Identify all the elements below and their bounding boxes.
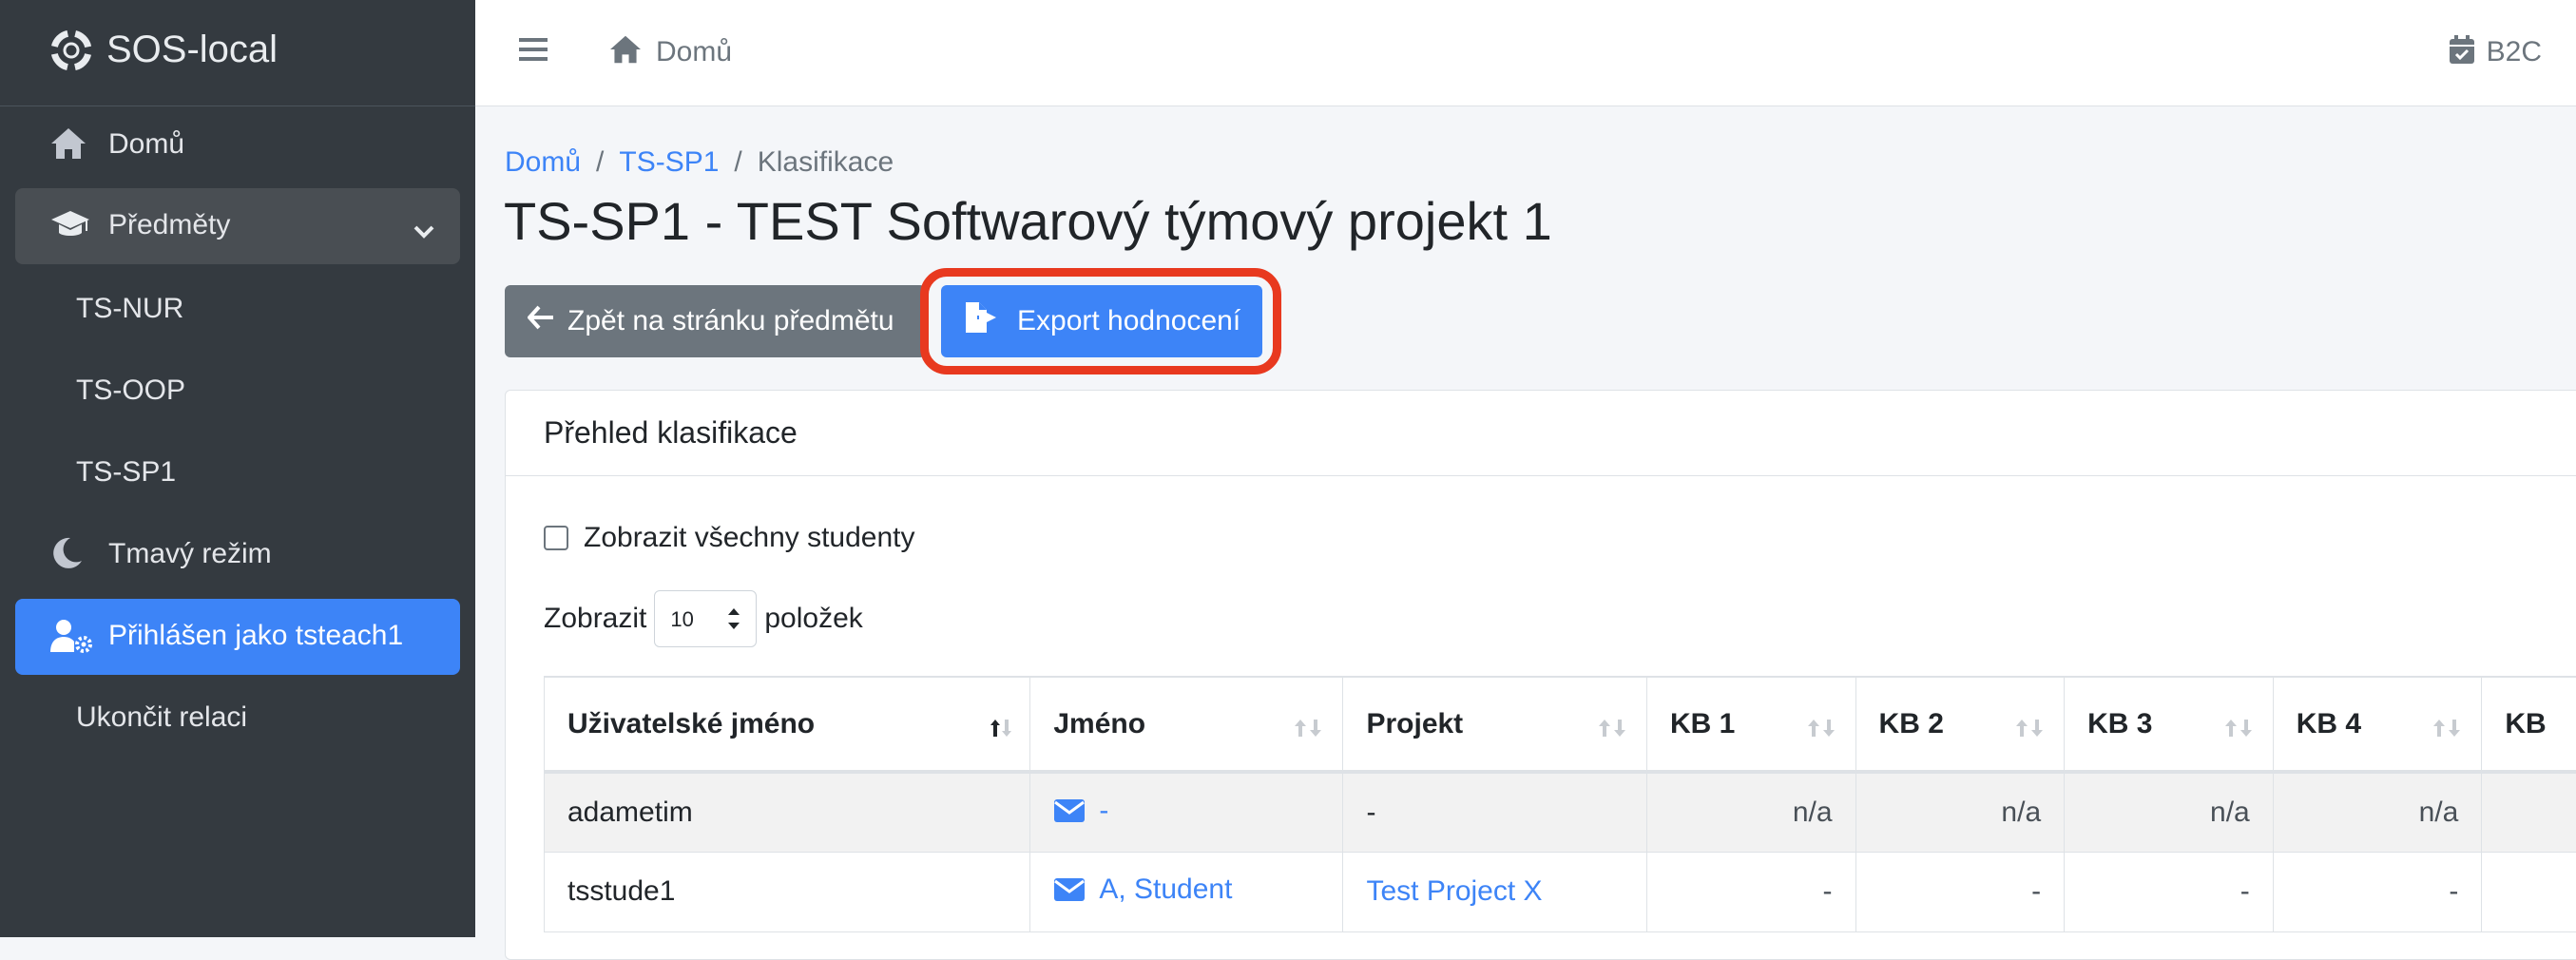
show-all-label: Zobrazit všechny studenty (584, 522, 915, 554)
topbar-date-label: B2C (2487, 36, 2542, 68)
cell-kb3: n/a (2065, 772, 2274, 852)
sort-asc-icon (990, 714, 1012, 746)
cell-kb4: n/a (2273, 772, 2482, 852)
sort-icon (2432, 714, 2464, 746)
sidebar-item-logged-in-user[interactable]: Přihlášen jako tsteach1 (15, 599, 460, 675)
breadcrumb-home[interactable]: Domů (505, 146, 581, 178)
column-header-name[interactable]: Jméno (1030, 677, 1343, 772)
sidebar-item-ts-nur[interactable]: TS-NUR (15, 272, 460, 348)
page-length-value: 10 (670, 607, 693, 632)
brand[interactable]: SOS-local (0, 0, 475, 106)
topbar-date[interactable]: B2C (2449, 34, 2542, 69)
export-grades-button[interactable]: Export hodnocení (941, 285, 1262, 357)
sidebar-item-ts-sp1[interactable]: TS-SP1 (15, 435, 460, 511)
sort-icon (1597, 714, 1629, 746)
column-header-kb1[interactable]: KB 1 (1646, 677, 1855, 772)
card-title: Přehled klasifikace (544, 415, 798, 451)
cell-kb3: - (2065, 852, 2274, 931)
page-length-control: Zobrazit 10 položek (544, 590, 863, 647)
sort-icon (2014, 714, 2047, 746)
envelope-icon (1053, 877, 1086, 902)
page-title: TS-SP1 - TEST Softwarový týmový projekt … (504, 190, 1552, 252)
project-link[interactable]: Test Project X (1366, 875, 1542, 907)
back-to-subject-button[interactable]: Zpět na stránku předmětu (505, 285, 926, 357)
breadcrumb-separator: / (596, 146, 604, 178)
life-ring-icon (51, 30, 91, 75)
column-header-kb5[interactable]: KB (2482, 677, 2576, 772)
calendar-check-icon (2449, 34, 2475, 69)
sidebar-item-label: Předměty (108, 209, 230, 241)
cell-kb2: n/a (1855, 772, 2065, 852)
cell-kb4: - (2273, 852, 2482, 931)
sidebar: SOS-local Domů Předměty TS-NUR TS-OOP TS… (0, 0, 475, 937)
cell-username: adametim (545, 772, 1030, 852)
cell-username: tsstude1 (545, 852, 1030, 931)
topbar-home-link[interactable]: Domů (608, 34, 732, 69)
show-all-students-toggle[interactable]: Zobrazit všechny studenty (544, 522, 915, 554)
column-header-project[interactable]: Projekt (1343, 677, 1646, 772)
breadcrumb: Domů / TS-SP1 / Klasifikace (505, 146, 894, 179)
sort-icon (1293, 714, 1325, 746)
moon-icon (49, 536, 84, 578)
chevron-down-icon (413, 215, 435, 247)
brand-name: SOS-local (106, 29, 278, 71)
sort-icon (2223, 714, 2256, 746)
column-header-kb3[interactable]: KB 3 (2065, 677, 2274, 772)
column-header-kb4[interactable]: KB 4 (2273, 677, 2482, 772)
card-header: Přehled klasifikace (506, 391, 2576, 476)
user-gear-icon (49, 618, 93, 662)
sidebar-item-label: Tmavý režim (108, 538, 272, 570)
grades-card: Přehled klasifikace Zobrazit všechny stu… (505, 390, 2576, 960)
page-length-prefix: Zobrazit (544, 603, 646, 635)
table-row: adametim - - n/a n/a n/a n/a (545, 772, 2576, 852)
sidebar-item-ts-oop[interactable]: TS-OOP (15, 354, 460, 430)
sidebar-item-dark-mode[interactable]: Tmavý režim (15, 517, 460, 593)
graduation-cap-icon (49, 207, 91, 249)
sidebar-item-label: Ukončit relaci (76, 701, 247, 734)
sidebar-item-label: TS-NUR (76, 293, 183, 325)
home-icon (49, 126, 87, 168)
cell-name: A, Student (1030, 852, 1343, 931)
breadcrumb-separator: / (734, 146, 741, 178)
sidebar-item-label: TS-OOP (76, 374, 185, 407)
home-icon (608, 34, 643, 69)
sidebar-item-label: Přihlášen jako tsteach1 (108, 620, 403, 652)
sidebar-item-subjects[interactable]: Předměty (15, 188, 460, 264)
export-button-label: Export hodnocení (1017, 305, 1240, 337)
page-length-suffix: položek (764, 603, 862, 635)
table-row: tsstude1 A, Student Test Project X - - -… (545, 852, 2576, 931)
sort-icon (1806, 714, 1838, 746)
breadcrumb-subject[interactable]: TS-SP1 (619, 146, 719, 178)
select-arrows-icon (727, 605, 740, 639)
cell-kb5 (2482, 772, 2576, 852)
arrow-left-icon (528, 305, 554, 337)
cell-kb5 (2482, 852, 2576, 931)
sidebar-item-label: TS-SP1 (76, 456, 176, 489)
back-button-label: Zpět na stránku předmětu (567, 305, 894, 337)
grades-table: Uživatelské jméno Jméno Projekt KB 1 KB … (544, 676, 2576, 932)
file-export-icon (964, 300, 1000, 342)
sidebar-item-home[interactable]: Domů (15, 107, 460, 183)
envelope-icon (1053, 798, 1086, 823)
menu-icon[interactable] (519, 36, 548, 67)
topbar: Domů B2C (475, 0, 2576, 106)
cell-kb1: - (1646, 852, 1855, 931)
cell-name: - (1030, 772, 1343, 852)
column-header-kb2[interactable]: KB 2 (1855, 677, 2065, 772)
sidebar-item-label: Domů (108, 128, 184, 161)
student-name-link[interactable]: - (1053, 795, 1108, 827)
student-name-link[interactable]: A, Student (1053, 874, 1232, 906)
cell-project: - (1343, 772, 1646, 852)
column-header-username[interactable]: Uživatelské jméno (545, 677, 1030, 772)
topbar-home-label: Domů (656, 36, 732, 68)
cell-kb1: n/a (1646, 772, 1855, 852)
sidebar-item-logout[interactable]: Ukončit relaci (15, 681, 460, 757)
breadcrumb-current: Klasifikace (758, 146, 894, 178)
show-all-checkbox[interactable] (544, 526, 568, 550)
cell-project: Test Project X (1343, 852, 1646, 931)
page-length-select[interactable]: 10 (654, 590, 757, 647)
cell-kb2: - (1855, 852, 2065, 931)
